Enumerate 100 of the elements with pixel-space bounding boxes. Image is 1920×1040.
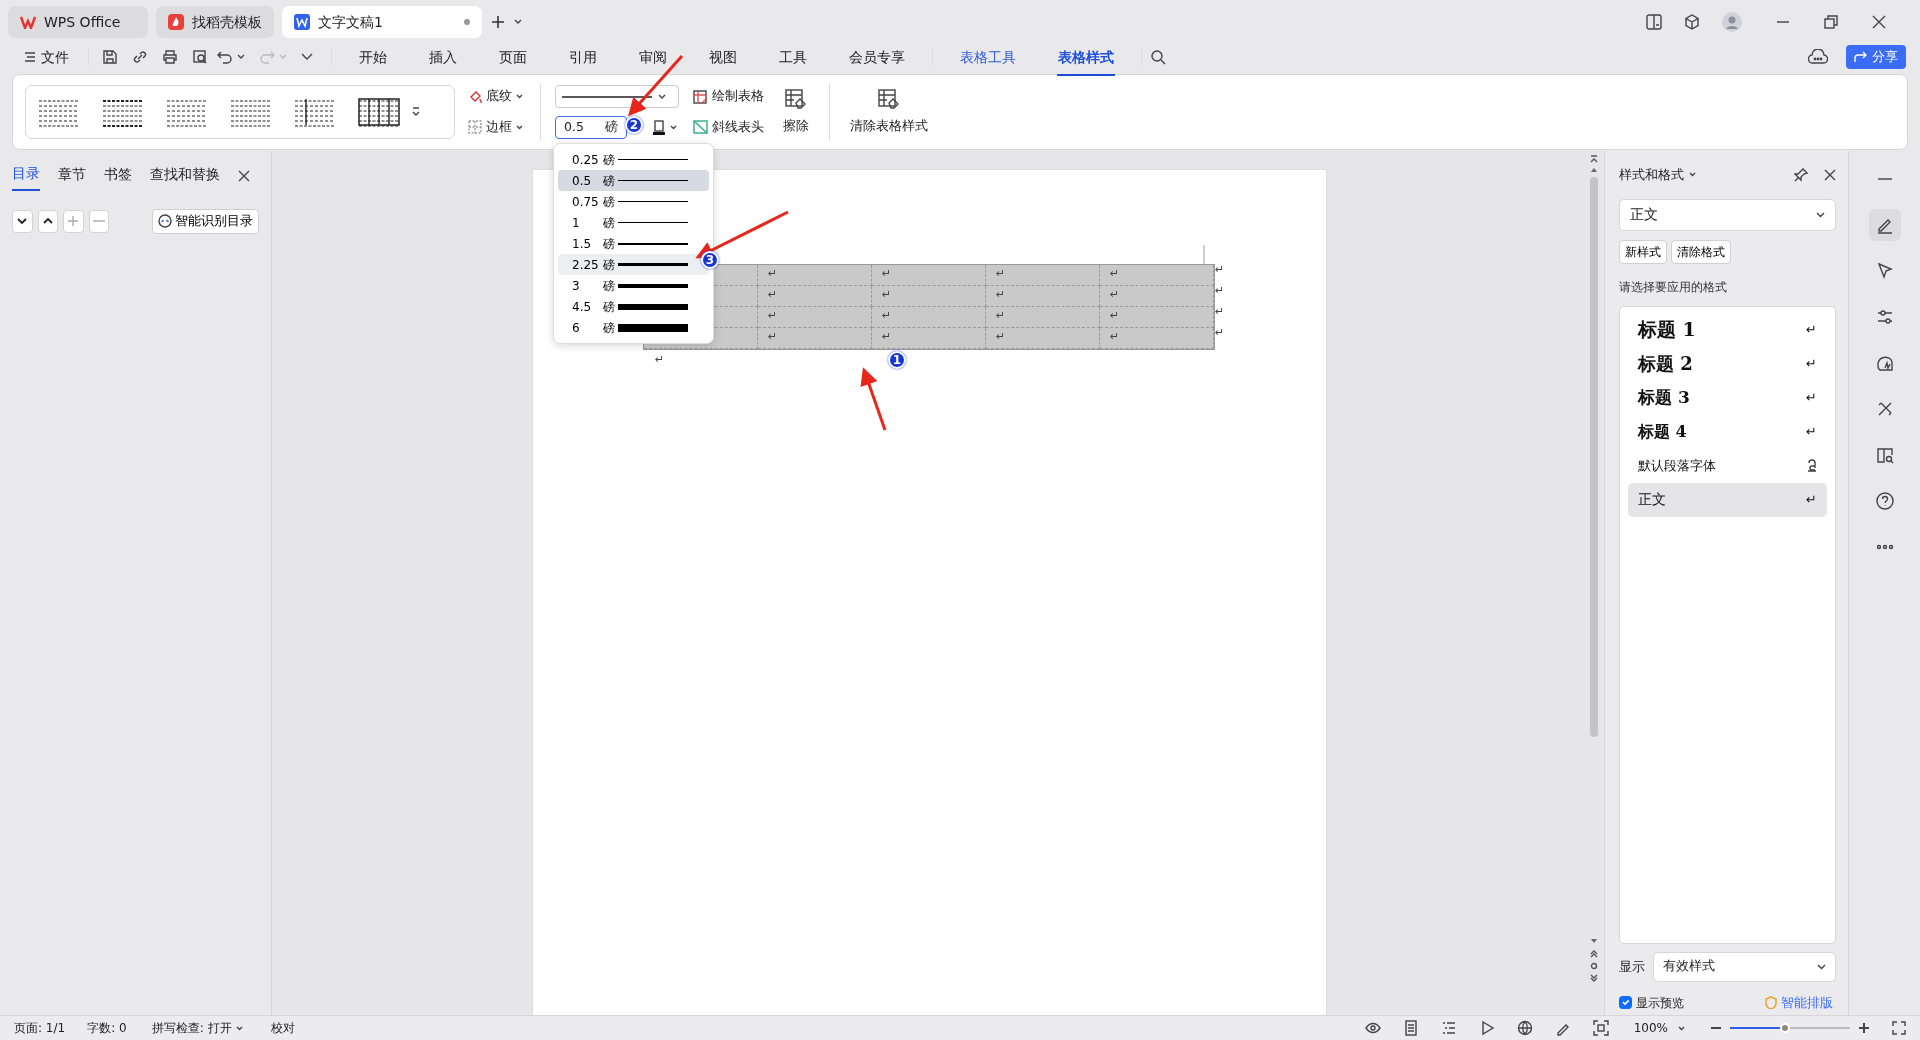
line-width-field[interactable]: 0.5 磅 <box>555 116 627 139</box>
style-item[interactable]: 标题 1 ↵ <box>1628 312 1827 347</box>
cell-mark: ↵ <box>758 328 872 349</box>
line-weight-sample <box>618 263 688 266</box>
close-icon[interactable] <box>1872 15 1886 29</box>
row-end-mark: ↵ <box>1215 304 1225 320</box>
toc-level-button[interactable] <box>12 209 33 233</box>
erase-button[interactable]: 擦除 <box>777 87 815 137</box>
menu-tab[interactable]: 页面 <box>488 42 538 72</box>
cell-mark: ↵ <box>1100 286 1214 307</box>
eye-icon[interactable] <box>1364 1020 1381 1036</box>
menu-tab[interactable]: 插入 <box>418 42 468 72</box>
fit-page-icon[interactable] <box>1592 1020 1609 1036</box>
menu-tab[interactable]: 工具 <box>768 42 818 72</box>
style-item[interactable]: 标题 2 ↵ <box>1628 346 1827 381</box>
undo-icon[interactable] <box>217 49 233 65</box>
style-item[interactable]: 默认段落字体 <box>1628 448 1827 483</box>
draw-table-button[interactable]: 绘制表格 <box>690 85 767 108</box>
line-width-option[interactable]: 1 磅 <box>558 212 709 233</box>
solid-line-icon <box>562 94 652 99</box>
line-style-dropdown[interactable] <box>555 85 679 108</box>
spell-check-dropdown[interactable]: 拼写检查: 打开 <box>148 1017 246 1039</box>
line-width-option[interactable]: 1.5 磅 <box>558 233 709 254</box>
menu-tab[interactable]: 开始 <box>348 42 398 72</box>
slider-thumb[interactable] <box>1780 1023 1791 1033</box>
restore-icon[interactable] <box>1824 15 1838 29</box>
style-item[interactable]: 标题 4 ↵ <box>1628 414 1827 449</box>
line-weight-sample <box>618 201 688 202</box>
share-button[interactable]: 分享 <box>1846 45 1906 69</box>
preview-checkbox[interactable] <box>1619 996 1632 1010</box>
book-search-icon[interactable] <box>1874 445 1895 465</box>
pin-icon[interactable] <box>1794 167 1808 182</box>
link-icon[interactable] <box>132 49 148 65</box>
next-page-icon[interactable] <box>1590 974 1598 982</box>
close-icon[interactable] <box>1824 168 1836 181</box>
panel-tab[interactable]: 查找和替换 <box>150 162 220 190</box>
smart-toc-button[interactable]: 智能识别目录 <box>152 209 259 234</box>
print-icon[interactable] <box>162 49 178 65</box>
cloud-icon[interactable] <box>1808 49 1828 65</box>
app-tab[interactable]: WPS Office <box>8 6 148 38</box>
menu-tab[interactable]: 会员专享 <box>838 42 916 72</box>
clear-table-style-button[interactable]: 清除表格样式 <box>844 87 934 137</box>
app-tab[interactable]: 找稻壳模板 <box>156 6 274 38</box>
display-dropdown[interactable]: 有效样式 <box>1653 951 1836 982</box>
shading-button[interactable]: 底纹 <box>465 85 526 108</box>
diagonal-header-button[interactable]: 斜线表头 <box>690 116 767 139</box>
print-preview-icon[interactable] <box>192 49 208 65</box>
caret-icon[interactable] <box>514 19 522 25</box>
style-item[interactable]: 正文 ↵ <box>1628 482 1827 517</box>
layout-icon[interactable] <box>1646 14 1662 30</box>
scroll-top-icon[interactable] <box>1590 155 1598 163</box>
globe-icon[interactable] <box>1516 1020 1533 1036</box>
line-width-option[interactable]: 6 磅 <box>558 317 709 338</box>
style-action-button[interactable]: 新样式 <box>1619 239 1667 264</box>
caret-icon[interactable] <box>1689 172 1696 178</box>
style-action-button[interactable]: 清除格式 <box>1671 239 1731 264</box>
menu-tab[interactable]: 审阅 <box>628 42 678 72</box>
zoom-in-icon[interactable] <box>1858 1022 1870 1034</box>
scrollbar-thumb[interactable] <box>1590 177 1598 737</box>
previous-page-icon[interactable] <box>1590 950 1598 958</box>
save-icon[interactable] <box>102 49 118 65</box>
fullscreen-icon[interactable] <box>1892 1021 1906 1035</box>
panel-tab[interactable]: 目录 <box>12 161 40 191</box>
cell-mark: ↵ <box>1100 328 1214 349</box>
proofread-button[interactable]: 校对 <box>267 1017 298 1039</box>
page-view-icon[interactable] <box>1402 1020 1419 1036</box>
panel-tab[interactable]: 章节 <box>58 162 86 190</box>
outline-view-icon[interactable] <box>1440 1020 1457 1036</box>
help-icon[interactable] <box>1874 491 1895 511</box>
line-width-option[interactable]: 3 磅 <box>558 275 709 296</box>
menu-tab[interactable]: 视图 <box>698 42 748 72</box>
line-width-option[interactable]: 0.75 磅 <box>558 191 709 212</box>
menu-tab[interactable]: 引用 <box>558 42 608 72</box>
avatar-icon[interactable] <box>1722 12 1742 32</box>
app-tab[interactable]: 文字文稿1 <box>282 6 482 38</box>
gallery-more-icon[interactable] <box>412 107 420 117</box>
cell-mark: ↵ <box>986 307 1100 328</box>
more-caret-icon[interactable] <box>301 53 313 61</box>
line-width-option[interactable]: 0.5 磅 <box>558 170 709 191</box>
line-width-option[interactable]: 0.25 磅 <box>558 149 709 170</box>
panel-tab[interactable]: 书签 <box>104 162 132 190</box>
browse-object-icon[interactable] <box>1590 962 1598 970</box>
flame-logo-icon <box>168 14 184 30</box>
style-item[interactable]: 标题 3 ↵ <box>1628 380 1827 415</box>
menu-tab[interactable]: 表格工具 <box>949 42 1027 72</box>
table-style-thumbnail[interactable] <box>294 96 336 128</box>
search-icon[interactable] <box>1150 49 1166 65</box>
close-icon[interactable] <box>238 170 250 182</box>
toc-level-button[interactable] <box>37 209 58 233</box>
border-button[interactable]: 边框 <box>465 116 526 139</box>
caret-icon[interactable] <box>237 54 245 60</box>
file-menu[interactable]: 文件 <box>14 42 80 72</box>
plus-icon[interactable] <box>490 14 506 30</box>
line-width-option[interactable]: 4.5 磅 <box>558 296 709 317</box>
zoom-dropdown[interactable]: 100% <box>1630 1017 1688 1039</box>
table-style-thumbnail[interactable] <box>358 96 400 128</box>
style-dropdown[interactable]: 正文 <box>1619 198 1836 231</box>
smart-layout-button[interactable]: 智能排版 <box>1762 991 1836 1015</box>
cube-icon[interactable] <box>1684 14 1700 30</box>
scroll-up-icon[interactable] <box>1590 167 1598 173</box>
